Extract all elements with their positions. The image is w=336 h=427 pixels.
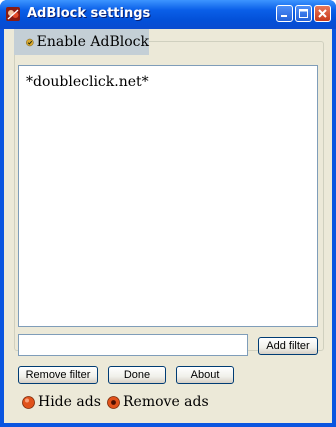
title-bar[interactable]: AdBlock settings bbox=[0, 0, 336, 29]
remove-filter-button[interactable]: Remove filter bbox=[18, 366, 98, 384]
filter-list-item[interactable]: *doubleclick.net* bbox=[26, 74, 149, 90]
done-button[interactable]: Done bbox=[108, 366, 166, 384]
minimize-button[interactable] bbox=[276, 5, 293, 22]
hide-ads-label: Hide ads bbox=[38, 394, 101, 410]
radio-selected-icon bbox=[107, 395, 120, 409]
filter-list[interactable]: *doubleclick.net* bbox=[18, 65, 318, 327]
close-button[interactable] bbox=[314, 5, 331, 22]
window-bottom-border bbox=[0, 423, 336, 427]
enable-adblock-label: Enable AdBlock bbox=[36, 34, 149, 50]
about-button[interactable]: About bbox=[176, 366, 234, 384]
minimize-icon bbox=[281, 15, 287, 17]
filter-input[interactable] bbox=[18, 334, 248, 356]
close-icon bbox=[318, 9, 327, 18]
maximize-button[interactable] bbox=[295, 5, 312, 22]
adblock-app-icon bbox=[6, 7, 20, 21]
adblock-settings-window: AdBlock settings Enable AdBlock *doublec… bbox=[0, 0, 336, 427]
add-filter-button[interactable]: Add filter bbox=[258, 337, 318, 355]
window-title: AdBlock settings bbox=[27, 6, 151, 21]
radio-unselected-icon bbox=[22, 395, 35, 409]
maximize-icon bbox=[299, 9, 308, 18]
dialog-body: Enable AdBlock *doubleclick.net* Add fil… bbox=[4, 29, 332, 423]
remove-ads-radio[interactable]: Remove ads bbox=[107, 393, 209, 411]
checked-checkbox-icon bbox=[26, 38, 34, 46]
hide-ads-radio[interactable]: Hide ads bbox=[22, 393, 101, 411]
enable-adblock-checkbox[interactable]: Enable AdBlock bbox=[14, 29, 149, 55]
remove-ads-label: Remove ads bbox=[123, 394, 209, 410]
